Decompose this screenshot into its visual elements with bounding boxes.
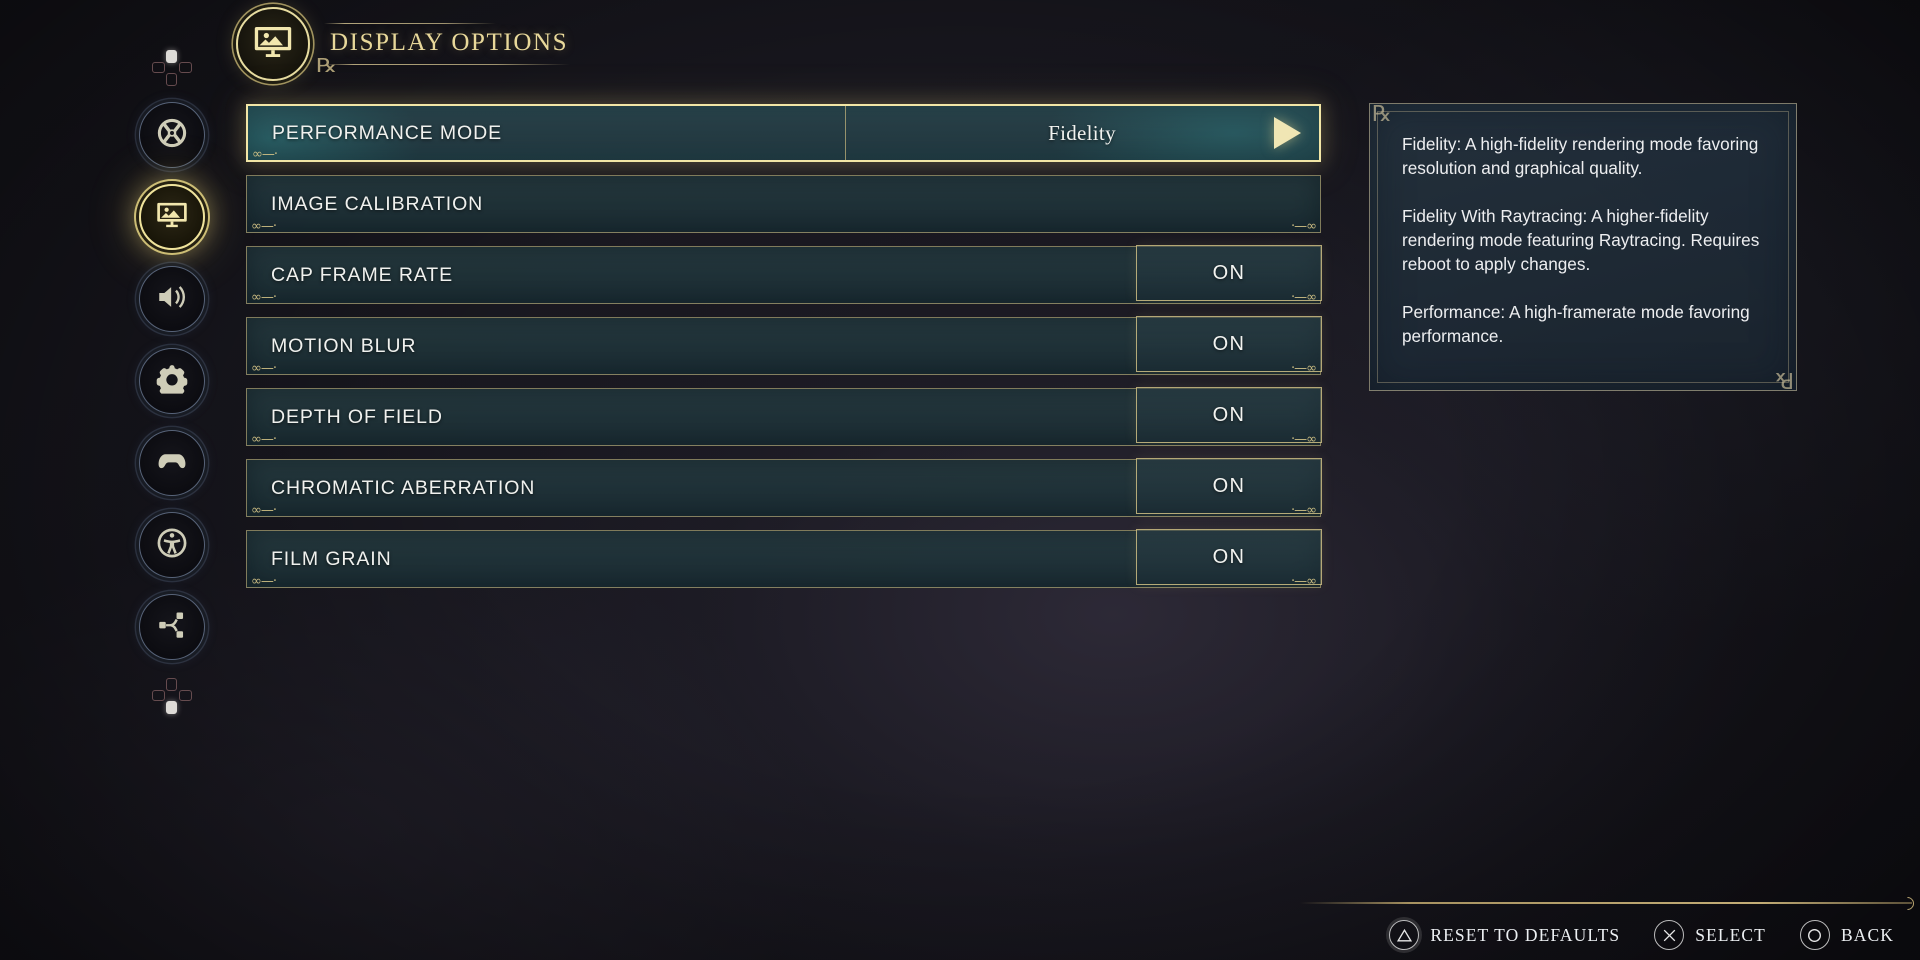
option-label: MOTION BLUR: [247, 335, 416, 358]
scroll-ornament-icon: ℞: [1774, 368, 1794, 390]
toggle-value: ON: [1213, 546, 1246, 569]
tooltip-paragraph: Performance: A high-framerate mode favor…: [1402, 300, 1764, 348]
header-rule-top: [324, 23, 496, 24]
speaker-icon: [155, 280, 189, 319]
option-label: CHROMATIC ABERRATION: [247, 477, 535, 500]
sidebar-item-gameplay[interactable]: [139, 102, 205, 168]
option-row-performance-mode[interactable]: PERFORMANCE MODE Fidelity ∞—·: [246, 104, 1321, 162]
corner-flourish-icon: ∞—·: [252, 147, 277, 162]
toggle-motion-blur[interactable]: ON: [1136, 316, 1322, 372]
toggle-chromatic-aberration[interactable]: ON: [1136, 458, 1322, 514]
accessibility-icon: [155, 526, 189, 565]
header-rule-bottom: [324, 64, 570, 65]
gear-icon: [155, 362, 189, 401]
gamepad-icon: [155, 444, 189, 483]
option-row-film-grain[interactable]: FILM GRAIN ON ∞—· ·—∞: [246, 530, 1321, 588]
corner-flourish-icon: ∞—·: [251, 290, 276, 305]
sidebar-item-audio[interactable]: [139, 266, 205, 332]
network-branch-icon: [155, 608, 189, 647]
options-list: PERFORMANCE MODE Fidelity ∞—· IMAGE CALI…: [246, 104, 1321, 588]
hint-label: RESET TO DEFAULTS: [1430, 925, 1620, 946]
hint-label: BACK: [1841, 925, 1894, 946]
hint-back[interactable]: BACK: [1800, 920, 1894, 950]
tooltip-paragraph: Fidelity: A high-fidelity rendering mode…: [1402, 132, 1764, 180]
scroll-ornament-icon: ℞: [1372, 104, 1392, 126]
hint-reset-to-defaults[interactable]: RESET TO DEFAULTS: [1389, 920, 1620, 950]
header-flourish-icon: ℞: [316, 55, 337, 77]
footer-button-hints: RESET TO DEFAULTS SELECT BACK: [1389, 920, 1894, 950]
toggle-value: ON: [1213, 404, 1246, 427]
cross-button-icon: [1654, 920, 1684, 950]
sidebar-items: [139, 102, 205, 660]
header-medallion: [236, 7, 310, 81]
toggle-value: ON: [1213, 262, 1246, 285]
option-label: FILM GRAIN: [247, 548, 392, 571]
option-row-cap-frame-rate[interactable]: CAP FRAME RATE ON ∞—· ·—∞: [246, 246, 1321, 304]
category-sidebar: [122, 50, 222, 714]
sidebar-item-interface[interactable]: [139, 348, 205, 414]
dpad-up-icon: [152, 50, 192, 86]
circle-button-icon: [1800, 920, 1830, 950]
toggle-value: ON: [1213, 475, 1246, 498]
corner-flourish-icon: ∞—·: [251, 574, 276, 589]
toggle-value: ON: [1213, 333, 1246, 356]
chevron-right-icon[interactable]: [1274, 117, 1301, 149]
description-tooltip: ℞ ℞ Fidelity: A high-fidelity rendering …: [1369, 103, 1797, 391]
display-monitor-icon: [252, 21, 294, 68]
page-header: DISPLAY OPTIONS ℞: [236, 6, 594, 82]
toggle-film-grain[interactable]: ON: [1136, 529, 1322, 585]
option-label: PERFORMANCE MODE: [248, 122, 502, 145]
triangle-button-icon: [1389, 920, 1419, 950]
dpad-down-icon: [152, 678, 192, 714]
disc-icon: [155, 116, 189, 155]
sidebar-item-display[interactable]: [139, 184, 205, 250]
option-row-image-calibration[interactable]: IMAGE CALIBRATION ∞—· ·—∞: [246, 175, 1321, 233]
option-value-performance-mode: Fidelity: [845, 121, 1319, 146]
sidebar-item-accessibility[interactable]: [139, 512, 205, 578]
corner-flourish-icon: ∞—·: [251, 219, 276, 234]
option-row-chromatic-aberration[interactable]: CHROMATIC ABERRATION ON ∞—· ·—∞: [246, 459, 1321, 517]
option-label: DEPTH OF FIELD: [247, 406, 443, 429]
hint-select[interactable]: SELECT: [1654, 920, 1766, 950]
option-row-depth-of-field[interactable]: DEPTH OF FIELD ON ∞—· ·—∞: [246, 388, 1321, 446]
page-title: DISPLAY OPTIONS: [324, 29, 594, 57]
display-monitor-icon: [155, 198, 189, 237]
sidebar-item-controls[interactable]: [139, 430, 205, 496]
option-label: CAP FRAME RATE: [247, 264, 453, 287]
hint-label: SELECT: [1695, 925, 1766, 946]
corner-flourish-icon: ∞—·: [251, 503, 276, 518]
sidebar-item-network[interactable]: [139, 594, 205, 660]
tooltip-paragraph: Fidelity With Raytracing: A higher-fidel…: [1402, 204, 1764, 276]
corner-flourish-icon: ∞—·: [251, 432, 276, 447]
option-row-motion-blur[interactable]: MOTION BLUR ON ∞—· ·—∞: [246, 317, 1321, 375]
toggle-cap-frame-rate[interactable]: ON: [1136, 245, 1322, 301]
footer-divider: [1300, 902, 1912, 904]
corner-flourish-icon: ·—∞: [1291, 219, 1316, 234]
toggle-depth-of-field[interactable]: ON: [1136, 387, 1322, 443]
corner-flourish-icon: ∞—·: [251, 361, 276, 376]
option-label: IMAGE CALIBRATION: [247, 193, 483, 216]
